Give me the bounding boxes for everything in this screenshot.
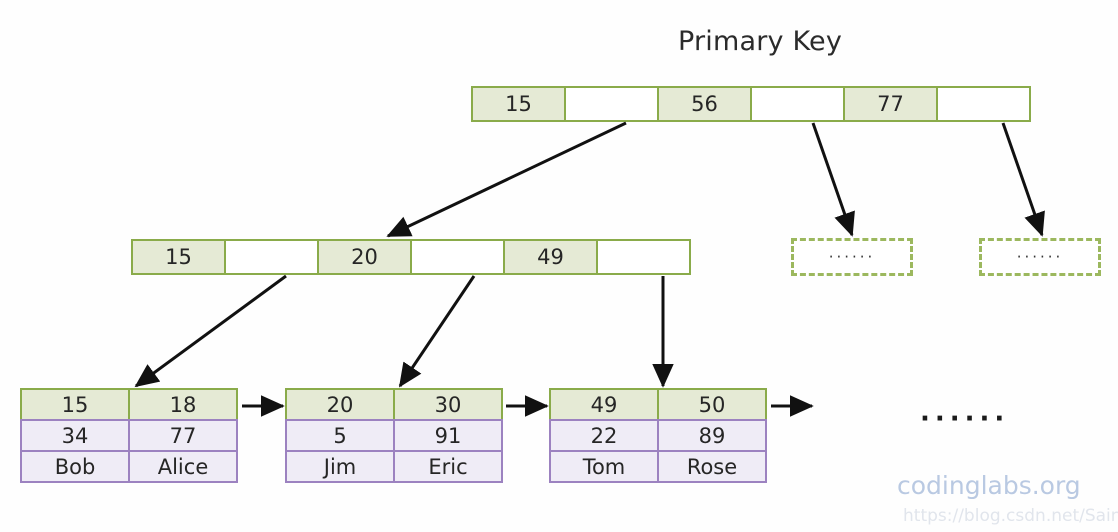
leaf-value-cell: 5 (285, 419, 395, 452)
leaf-key-cell: 30 (393, 388, 503, 421)
leaf-node-1: 15 18 34 77 Bob Alice (20, 388, 238, 483)
placeholder-box-2: ······ (979, 238, 1101, 276)
watermark-brand: codinglabs.org (897, 471, 1081, 500)
leaf-row-names: Jim Eric (285, 450, 503, 483)
leaf-key-cell: 49 (549, 388, 659, 421)
leaf-row-vals: 22 89 (549, 419, 767, 452)
arrow-internal-to-leaf-2 (398, 275, 476, 388)
leaf-name-cell: Jim (285, 450, 395, 483)
leaf-key-cell: 20 (285, 388, 395, 421)
arrow-internal-to-leaf-1 (134, 274, 287, 388)
root_node-pointer-cell (936, 86, 1031, 122)
internal_node-pointer-cell (596, 239, 691, 275)
leaf-name-cell: Tom (549, 450, 659, 483)
root-node: 15 56 77 (471, 86, 1031, 122)
leaf-value-cell: 77 (128, 419, 238, 452)
leaf-key-cell: 50 (657, 388, 767, 421)
leaf-row-vals: 5 91 (285, 419, 503, 452)
internal_node-key-cell: 49 (503, 239, 598, 275)
leaf-row-keys: 15 18 (20, 388, 238, 421)
b-plus-tree-diagram: Primary Key 15 56 77 15 20 49 15 18 34 77 Bob Ali… (0, 0, 1118, 532)
root_node-key-cell: 77 (843, 86, 938, 122)
page-title: Primary Key (677, 26, 843, 57)
leaf-name-cell: Eric (393, 450, 503, 483)
leaf-row-names: Tom Rose (549, 450, 767, 483)
arrow-root-to-placeholder-1 (811, 122, 855, 237)
leaf-key-cell: 18 (128, 388, 238, 421)
internal_node-pointer-cell (410, 239, 505, 275)
arrow-root-to-placeholder-2 (1001, 122, 1045, 237)
arrow-root-to-internal (386, 121, 627, 238)
root_node-pointer-cell (564, 86, 659, 122)
leaf-value-cell: 34 (20, 419, 130, 452)
leaf-key-cell: 15 (20, 388, 130, 421)
leaf-row-keys: 49 50 (549, 388, 767, 421)
leaf-name-cell: Bob (20, 450, 130, 483)
leaf-chain-ellipsis: ······ (920, 404, 1010, 434)
root_node-key-cell: 15 (471, 86, 566, 122)
root_node-pointer-cell (750, 86, 845, 122)
internal-node: 15 20 49 (131, 239, 691, 275)
leaf-node-3: 49 50 22 89 Tom Rose (549, 388, 767, 483)
leaf-row-vals: 34 77 (20, 419, 238, 452)
placeholder-box-1: ······ (791, 238, 913, 276)
leaf-value-cell: 22 (549, 419, 659, 452)
internal_node-key-cell: 20 (317, 239, 412, 275)
leaf-value-cell: 91 (393, 419, 503, 452)
internal_node-pointer-cell (224, 239, 319, 275)
leaf-row-names: Bob Alice (20, 450, 238, 483)
leaf-name-cell: Rose (657, 450, 767, 483)
watermark-url: https://blog.csdn.net/Saintyyu (903, 506, 1118, 526)
root_node-key-cell: 56 (657, 86, 752, 122)
leaf-value-cell: 89 (657, 419, 767, 452)
leaf-node-2: 20 30 5 91 Jim Eric (285, 388, 503, 483)
internal_node-key-cell: 15 (131, 239, 226, 275)
leaf-row-keys: 20 30 (285, 388, 503, 421)
leaf-name-cell: Alice (128, 450, 238, 483)
